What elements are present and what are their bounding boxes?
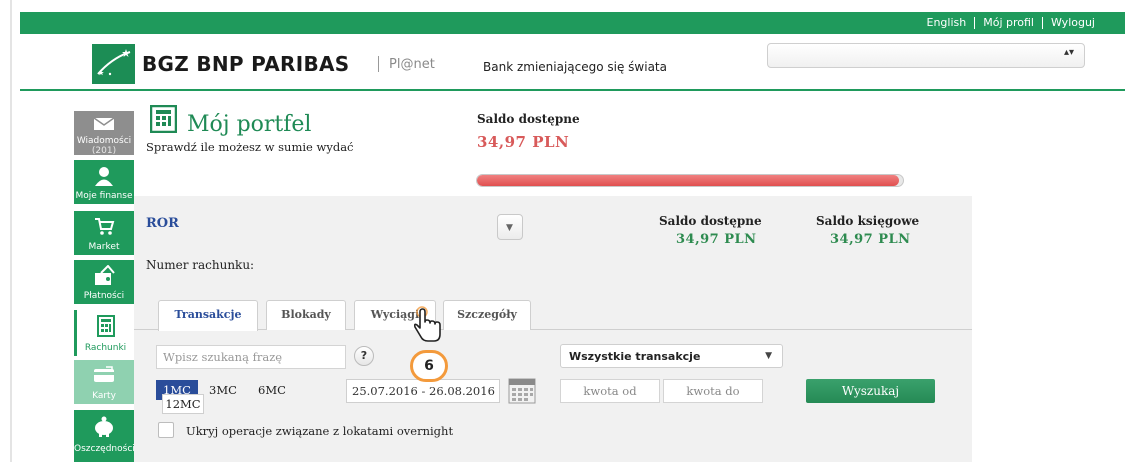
portfolio-available-value: 34,97 PLN	[477, 133, 570, 151]
sidebar-item-label: Market	[88, 242, 120, 252]
user-icon	[95, 167, 113, 186]
sidebar-item-messages[interactable]: Wiadomości (201)	[74, 111, 134, 156]
hide-overnight-checkbox[interactable]	[158, 422, 174, 438]
messages-count: (201)	[91, 146, 117, 156]
envelope-icon	[93, 117, 115, 130]
balance-progress-fill	[477, 175, 899, 186]
tab-transactions[interactable]: Transakcje	[158, 300, 258, 331]
account-dropdown-button[interactable]: ▼	[497, 214, 523, 240]
payment-icon	[95, 265, 115, 285]
select-updown-icon: ▴▾	[1063, 47, 1074, 58]
sidebar-item-my-finances[interactable]: Moje finanse	[74, 160, 134, 204]
sidebar-item-savings[interactable]: Oszczędności	[74, 410, 135, 462]
piggy-icon	[95, 416, 113, 437]
help-button[interactable]: ?	[354, 346, 374, 366]
transaction-type-value: Wszystkie transakcje	[569, 350, 701, 363]
profile-link[interactable]: Mój profil	[983, 16, 1034, 29]
date-range-input[interactable]: 25.07.2016 - 26.08.2016	[346, 379, 500, 403]
search-input[interactable]: Wpisz szukaną frazę	[156, 345, 346, 369]
sidebar-item-cards[interactable]: Karty	[74, 360, 134, 404]
chevron-down-icon: ▼	[506, 223, 513, 233]
pointer-hand-icon	[413, 306, 441, 342]
tab-blocks[interactable]: Blokady	[266, 300, 346, 330]
hide-overnight-label: Ukryj operacje związane z lokatami overn…	[186, 424, 454, 438]
sidebar-item-label: Rachunki	[84, 343, 127, 353]
sidebar-item-label: Karty	[92, 391, 116, 401]
chevron-down-icon: ▼	[765, 351, 772, 361]
header-divider	[20, 89, 1125, 91]
sidebar-item-label: Oszczędności	[74, 444, 135, 454]
sidebar-item-payments[interactable]: Płatności	[74, 260, 134, 304]
transaction-type-select[interactable]: Wszystkie transakcje ▼	[560, 344, 783, 368]
account-number-label: Numer rachunku:	[146, 258, 255, 272]
brand-name: BGZ BNP PARIBAS	[142, 52, 350, 76]
top-links: English Mój profil Wyloguj	[927, 16, 1096, 29]
step-marker: 6	[410, 350, 448, 382]
stars-logo-icon	[92, 44, 135, 84]
account-booked-value: 34,97 PLN	[830, 232, 911, 247]
period-12mc-button[interactable]: 12MC	[162, 394, 204, 414]
period-3mc-button[interactable]: 3MC	[209, 383, 237, 397]
top-bar: English Mój profil Wyloguj	[20, 12, 1125, 34]
portfolio-icon	[150, 105, 177, 133]
english-link[interactable]: English	[927, 16, 967, 29]
link-separator	[1042, 16, 1043, 29]
tagline: Bank zmieniającego się świata	[483, 60, 667, 74]
tab-details[interactable]: Szczegóły	[443, 300, 531, 330]
account-available-value: 34,97 PLN	[676, 232, 757, 247]
sidebar-item-label: Moje finanse	[75, 191, 133, 201]
tabs-baseline	[134, 329, 972, 330]
sidebar-item-label: Wiadomości	[76, 136, 132, 146]
calendar-icon[interactable]	[508, 378, 536, 404]
card-icon	[94, 366, 114, 382]
left-rule	[10, 0, 12, 462]
page-title: Mój portfel	[187, 112, 312, 137]
sidebar-item-label: Płatności	[83, 291, 125, 301]
brand-separator	[378, 56, 379, 72]
portfolio-available-label: Saldo dostępne	[477, 112, 580, 126]
search-button[interactable]: Wyszukaj	[806, 379, 935, 403]
account-available-label: Saldo dostępne	[659, 214, 762, 228]
link-separator	[974, 16, 976, 29]
logout-link[interactable]: Wyloguj	[1051, 16, 1095, 29]
product-name: Pl@net	[389, 57, 435, 72]
bank-logo[interactable]	[92, 44, 135, 84]
balance-progress-bar	[476, 174, 904, 187]
sidebar-item-market[interactable]: Market	[74, 211, 134, 255]
account-icon	[96, 315, 115, 337]
sidebar-item-accounts[interactable]: Rachunki	[74, 310, 134, 356]
account-booked-label: Saldo księgowe	[816, 214, 920, 228]
context-select[interactable]: ▴▾	[767, 43, 1085, 68]
cart-icon	[95, 218, 115, 235]
account-name[interactable]: ROR	[146, 216, 179, 231]
amount-from-input[interactable]: kwota od	[560, 379, 660, 403]
period-6mc-button[interactable]: 6MC	[258, 383, 286, 397]
page-subtitle: Sprawdź ile możesz w sumie wydać	[146, 140, 354, 154]
amount-to-input[interactable]: kwota do	[663, 379, 763, 403]
